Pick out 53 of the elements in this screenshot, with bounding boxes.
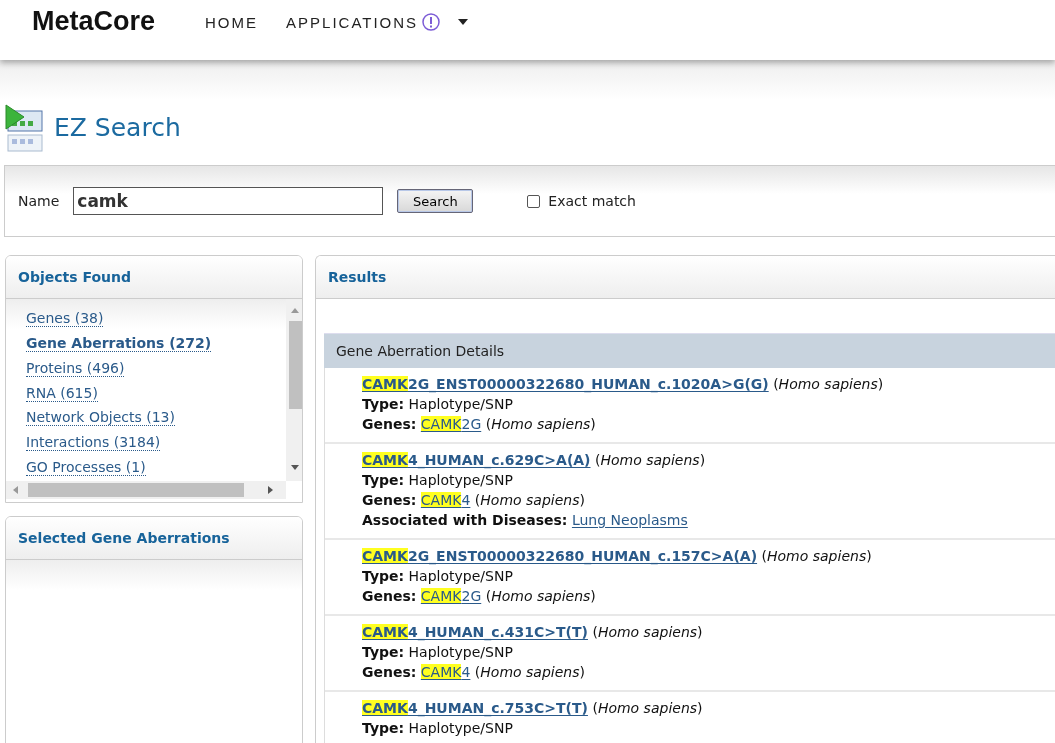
- species-label: (Homo sapiens): [485, 588, 596, 604]
- field-label: Type:: [362, 472, 405, 488]
- panel-title: Objects Found: [6, 256, 302, 299]
- field-label: Genes:: [362, 416, 417, 432]
- field-value: Haplotype/SNP: [408, 644, 513, 660]
- aberration-link[interactable]: CAMK2G_ENST00000322680_HUMAN_c.157C>A(A): [362, 548, 758, 564]
- field-label: Type:: [362, 720, 405, 736]
- object-category-link[interactable]: Proteins (496): [26, 356, 286, 382]
- field-label: Genes:: [362, 492, 417, 508]
- field-label: Type:: [362, 396, 405, 412]
- search-button[interactable]: Search: [397, 189, 474, 213]
- object-category-link[interactable]: Gene Aberrations (272): [26, 331, 286, 357]
- nav-link[interactable]: HOME: [205, 13, 259, 31]
- field-label: Genes:: [362, 664, 417, 680]
- species-label: (Homo sapiens): [761, 548, 872, 564]
- exact-match-checkbox[interactable]: [527, 194, 541, 208]
- search-tool-icon: [4, 102, 44, 153]
- page-title: EZ Search: [54, 113, 181, 142]
- section-header: Gene Aberration Details: [324, 333, 1055, 368]
- name-label: Name: [18, 193, 60, 209]
- panel-title: Selected Gene Aberrations: [6, 517, 302, 560]
- field-value: Haplotype/SNP: [408, 396, 513, 412]
- panel-title: Results: [316, 256, 1055, 299]
- object-category-link[interactable]: Network Objects (13): [26, 406, 286, 432]
- horizontal-scrollbar[interactable]: [6, 481, 286, 499]
- object-category-link[interactable]: GO Processes (1): [26, 456, 286, 481]
- aberration-link[interactable]: CAMK4_HUMAN_c.431C>T(T): [362, 624, 588, 640]
- field-value: Haplotype/SNP: [408, 568, 513, 584]
- species-label: (Homo sapiens): [592, 700, 703, 716]
- nav-link[interactable]: APPLICATIONS: [286, 13, 469, 31]
- object-category-link[interactable]: Genes (38): [26, 307, 286, 332]
- aberration-link[interactable]: CAMK4_HUMAN_c.753C>T(T): [362, 700, 588, 716]
- species-label: (Homo sapiens): [474, 492, 585, 508]
- species-label: (Homo sapiens): [592, 624, 703, 640]
- field-label: Type:: [362, 568, 405, 584]
- field-value: Haplotype/SNP: [408, 720, 513, 736]
- name-input[interactable]: camk: [73, 187, 384, 215]
- species-label: (Homo sapiens): [594, 452, 706, 468]
- object-category-link[interactable]: Interactions (3184): [26, 431, 286, 457]
- object-category-link[interactable]: RNA (615): [26, 381, 286, 407]
- species-label: (Homo sapiens): [485, 416, 596, 432]
- vertical-scrollbar[interactable]: [286, 299, 302, 481]
- aberration-link[interactable]: CAMK2G_ENST00000322680_HUMAN_c.1020A>G(G): [362, 376, 769, 392]
- disease-link[interactable]: Lung Neoplasms: [571, 512, 688, 528]
- field-label: Associated with Diseases:: [362, 512, 568, 528]
- species-label: (Homo sapiens): [773, 376, 884, 392]
- aberration-link[interactable]: CAMK4_HUMAN_c.629C>A(A): [362, 452, 591, 468]
- field-label: Type:: [362, 644, 405, 660]
- exact-match-label: Exact match: [548, 193, 636, 209]
- metacore-logo[interactable]: MetaCore: [32, 5, 156, 37]
- field-value: Haplotype/SNP: [408, 472, 513, 488]
- field-label: Genes:: [362, 588, 417, 604]
- species-label: (Homo sapiens): [474, 664, 585, 680]
